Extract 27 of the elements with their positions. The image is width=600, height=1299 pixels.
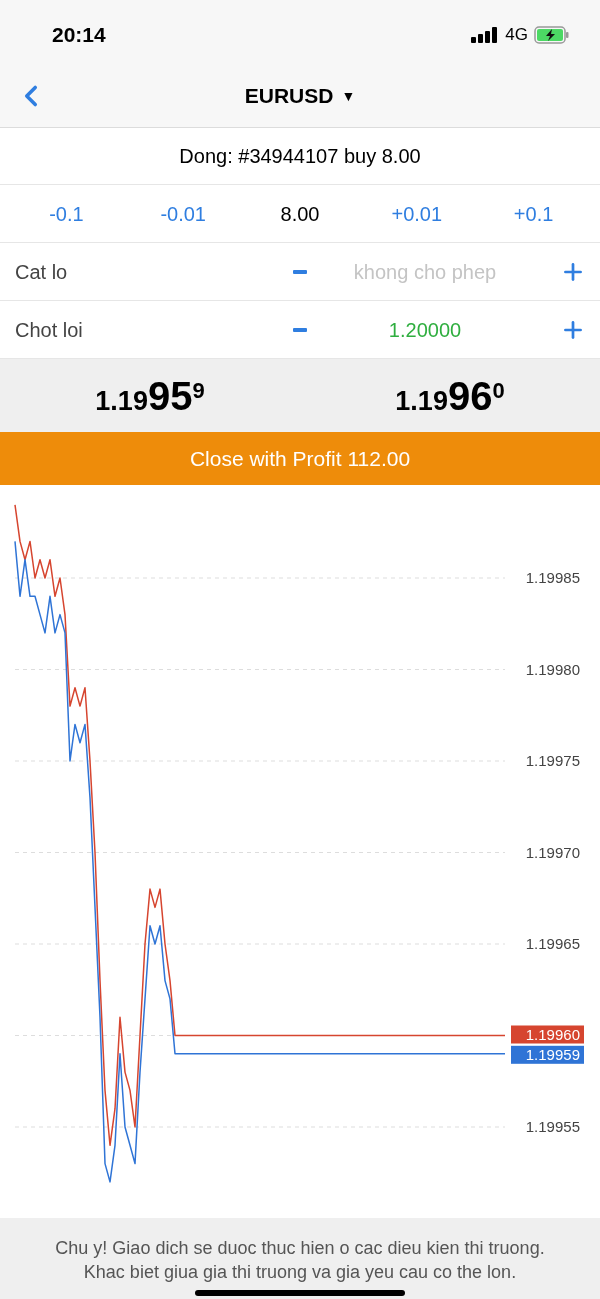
status-time: 20:14 [52,21,106,48]
volume-step-button[interactable]: +0.1 [475,198,592,229]
axis-tick-label: 1.19965 [525,935,580,952]
axis-tick-label: 1.19955 [525,1118,580,1135]
axis-tick-label: 1.19985 [525,569,580,586]
price-tag: 1.19960 [511,1025,584,1044]
volume-step-button[interactable]: -0.01 [124,198,242,229]
axis-tick-label: 1.19975 [525,752,580,769]
symbol-selector[interactable]: EURUSD ▼ [244,80,356,112]
signal-icon [471,26,500,43]
minus-icon [293,327,307,332]
battery-icon [534,25,570,44]
volume-value: 8.00 [279,201,321,227]
axis-tick-label: 1.19980 [525,660,580,678]
minus-icon [293,269,307,274]
price-tag: 1.19959 [511,1045,584,1064]
volume-step-button[interactable]: +0.01 [358,198,476,229]
level-field[interactable]: khong cho phep [315,256,535,287]
order-title: Dong: #34944107 buy 8.00 [179,144,421,169]
level-label: Chot loi [15,317,84,343]
market-notice: Chu y! Giao dich se duoc thuc hien o cac dieu kien thi truong. Khac biet giua gia thi truong va gia yeu cau co the lon. [54,1237,546,1284]
level-label: Cat lo [15,259,69,285]
axis-tick-label: 1.19970 [525,843,580,861]
close-button[interactable]: Close with Profit 112.00 [0,432,600,485]
level-field[interactable]: 1.20000 [315,314,535,345]
network-label: 4G [505,23,528,46]
volume-step-button[interactable]: -0.1 [8,198,125,229]
